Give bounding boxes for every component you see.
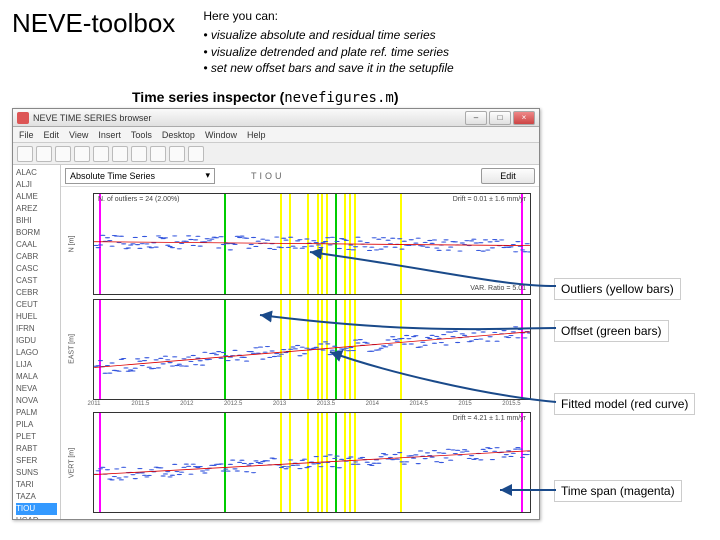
station-item[interactable]: CAST [16,275,57,287]
annotation-fitted: Fitted model (red curve) [554,393,695,415]
page-description: Here you can: • visualize absolute and r… [203,8,453,77]
station-item[interactable]: IGDU [16,335,57,347]
minimize-button[interactable]: – [465,111,487,125]
station-item[interactable]: ALME [16,191,57,203]
station-item[interactable]: BIHI [16,215,57,227]
annotation-offset: Offset (green bars) [554,320,669,342]
menu-window[interactable]: Window [205,130,237,140]
menu-tools[interactable]: Tools [131,130,152,140]
menu-desktop[interactable]: Desktop [162,130,195,140]
station-item[interactable]: SUNS [16,467,57,479]
menu-insert[interactable]: Insert [98,130,121,140]
tool-pan-icon[interactable] [93,146,109,162]
plot-area: N [m]N. of outliers = 24 (2.00%)Drift = … [61,187,539,519]
page-title: NEVE-toolbox [12,8,175,39]
station-item[interactable]: NOVA [16,395,57,407]
station-item[interactable]: RABT [16,443,57,455]
tool-save-icon[interactable] [36,146,52,162]
station-item[interactable]: PLET [16,431,57,443]
maximize-button[interactable]: □ [489,111,511,125]
subtitle: Time series inspector (nevefigures.m) [132,89,720,106]
station-item[interactable]: SFER [16,455,57,467]
window-title: NEVE TIME SERIES browser [33,113,151,123]
tool-brush-icon[interactable] [150,146,166,162]
window-titlebar[interactable]: NEVE TIME SERIES browser – □ × [13,109,539,127]
station-item[interactable]: CAAL [16,239,57,251]
station-item[interactable]: CEBR [16,287,57,299]
tool-colorbar-icon[interactable] [188,146,204,162]
station-item[interactable]: NEVA [16,383,57,395]
station-item[interactable]: CEUT [16,299,57,311]
app-icon [17,112,29,124]
station-item[interactable]: PALM [16,407,57,419]
station-item[interactable]: ALAC [16,167,57,179]
station-item[interactable]: CABR [16,251,57,263]
station-item[interactable]: TIOU [16,503,57,515]
tool-cursor-icon[interactable] [131,146,147,162]
edit-button[interactable]: Edit [481,168,535,184]
station-list[interactable]: ALACALJIALMEAREZBIHIBORMCAALCABRCASCCAST… [13,165,61,519]
station-item[interactable]: TAZA [16,491,57,503]
menu-file[interactable]: File [19,130,34,140]
menu-help[interactable]: Help [247,130,266,140]
station-item[interactable]: TARI [16,479,57,491]
annotation-timespan: Time span (magenta) [554,480,682,502]
plot-controls: Absolute Time Series▾ TIOU Edit [61,165,539,187]
series-type-dropdown[interactable]: Absolute Time Series▾ [65,168,215,184]
tool-print-icon[interactable] [55,146,71,162]
station-item[interactable]: MALA [16,371,57,383]
tool-new-icon[interactable] [17,146,33,162]
app-window: NEVE TIME SERIES browser – □ × File Edit… [12,108,540,520]
timeseries-plot-east[interactable]: EAST [m]20112011.520122012.520132013.520… [93,299,531,400]
station-item[interactable]: HUEL [16,311,57,323]
station-item[interactable]: ALJI [16,179,57,191]
station-item[interactable]: AREZ [16,203,57,215]
station-item[interactable]: UCAD [16,515,57,519]
page-header: NEVE-toolbox Here you can: • visualize a… [0,0,720,81]
close-button[interactable]: × [513,111,535,125]
annotation-outliers: Outliers (yellow bars) [554,278,681,300]
station-item[interactable]: IFRN [16,323,57,335]
tool-legend-icon[interactable] [169,146,185,162]
menu-view[interactable]: View [69,130,88,140]
timeseries-plot-vert[interactable]: VERT [m]Drift = 4.21 ± 1.1 mm/yr [93,412,531,513]
plot-station-title: TIOU [251,171,285,181]
station-item[interactable]: LAGO [16,347,57,359]
menu-bar: File Edit View Insert Tools Desktop Wind… [13,127,539,143]
tool-zoom-icon[interactable] [74,146,90,162]
tool-rotate-icon[interactable] [112,146,128,162]
station-item[interactable]: PILA [16,419,57,431]
station-item[interactable]: BORM [16,227,57,239]
station-item[interactable]: CASC [16,263,57,275]
menu-edit[interactable]: Edit [44,130,60,140]
timeseries-plot-n[interactable]: N [m]N. of outliers = 24 (2.00%)Drift = … [93,193,531,294]
toolbar [13,143,539,165]
station-item[interactable]: LIJA [16,359,57,371]
